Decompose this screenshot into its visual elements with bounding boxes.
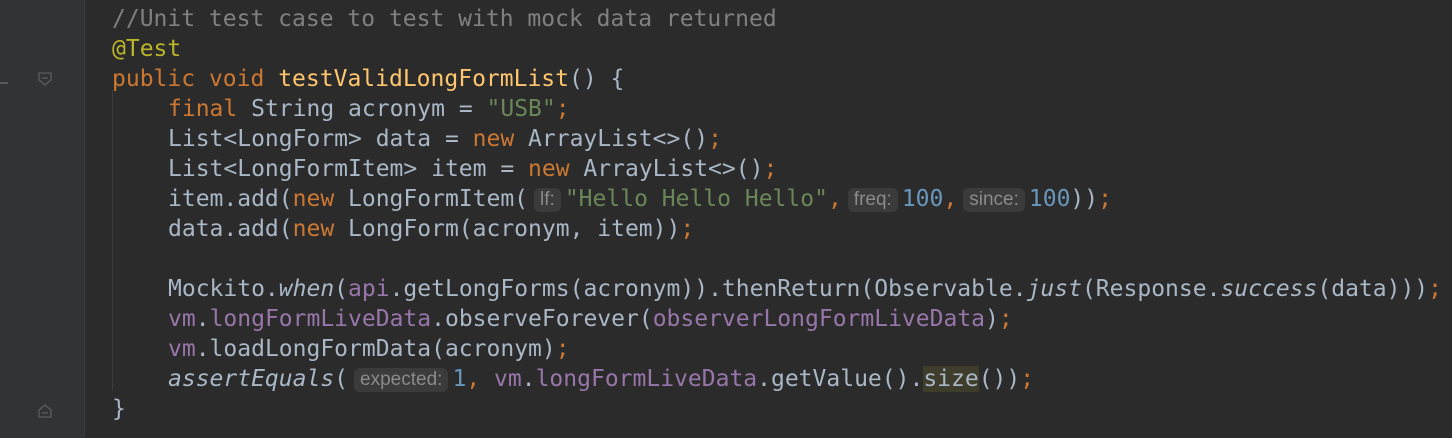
code-text: LongFormItem( [334, 186, 529, 212]
parameter-hint: expected: [354, 368, 449, 392]
code-line-11[interactable]: vm.longFormLiveData.observeForever(obser… [112, 304, 1452, 334]
method-call: success [1220, 276, 1318, 302]
code-text: ()) [978, 366, 1021, 392]
semicolon: ; [1098, 186, 1112, 212]
keyword: final [168, 96, 238, 122]
keyword: new [292, 216, 335, 242]
keyword: new [472, 126, 515, 152]
keyword: void [208, 66, 265, 92]
parameter-hint: freq: [847, 188, 898, 212]
code-line-3[interactable]: public void testValidLongFormList() { [112, 64, 1452, 94]
semicolon: ; [708, 126, 722, 152]
code-text: (Response. [1081, 276, 1221, 302]
parameter-hint: since: [963, 188, 1025, 212]
fold-close-icon[interactable] [38, 404, 52, 418]
code-line-10[interactable]: Mockito.when(api.getLongForms(acronym)).… [112, 274, 1452, 304]
keyword: new [528, 156, 570, 182]
comma: , [827, 186, 842, 212]
code-text: ) [985, 306, 999, 332]
comma: , [943, 186, 958, 212]
code-line-4[interactable]: final String acronym = "USB"; [112, 94, 1452, 124]
keyword: new [292, 186, 335, 212]
semicolon: ; [763, 156, 778, 182]
string-literal: "USB" [486, 96, 556, 122]
code-line-5[interactable]: List<LongForm> data = new ArrayList<>(); [112, 124, 1452, 154]
field-reference: vm [494, 366, 522, 392]
code-text: ( [334, 366, 349, 392]
keyword: public [112, 66, 196, 92]
field-reference: observerLongFormLiveData [652, 306, 986, 332]
comma: , [466, 366, 481, 392]
number-literal: 100 [1028, 186, 1071, 212]
field-reference: api [348, 276, 390, 302]
string-literal: "Hello Hello Hello" [564, 186, 828, 212]
field-reference: longFormLiveData [535, 366, 758, 392]
code-text: .loadLongFormData(acronym) [195, 336, 556, 362]
code-text: String acronym = [251, 96, 487, 122]
fold-open-icon[interactable] [38, 72, 52, 86]
semicolon: ; [680, 216, 695, 242]
code-text: . [195, 306, 210, 332]
semicolon: ; [555, 336, 570, 362]
semicolon: ; [998, 306, 1013, 332]
method-call: just [1026, 276, 1082, 302]
gutter-divider [84, 0, 85, 438]
code-text: )) [1070, 186, 1099, 212]
code-line-7[interactable]: item.add(new LongFormItem(lf: "Hello Hell… [112, 184, 1452, 214]
editor-gutter [0, 0, 84, 438]
code-text: ArrayList<>() [514, 126, 709, 152]
code-text: .getValue(). [757, 366, 924, 392]
code-text: List<LongFormItem> item = [168, 156, 529, 182]
semicolon: ; [1428, 276, 1443, 302]
code-text: List<LongForm> data = [168, 126, 473, 152]
code-editor[interactable]: //Unit test case to test with mock data … [112, 4, 1452, 424]
comment: //Unit test case to test with mock data … [112, 6, 777, 32]
code-line-8[interactable]: data.add(new LongForm(acronym, item)); [112, 214, 1452, 244]
code-line-13[interactable]: assertEquals(expected: 1, vm.longFormLive… [112, 364, 1452, 394]
code-line-9-empty[interactable] [112, 244, 1452, 274]
code-text: ( [334, 276, 349, 302]
closing-brace: } [112, 396, 126, 422]
method-name: testValidLongFormList [278, 66, 569, 92]
code-text: () { [569, 66, 625, 92]
code-text: ArrayList<>() [569, 156, 764, 182]
field-reference: longFormLiveData [209, 306, 432, 332]
code-text: . [521, 366, 536, 392]
code-text: LongForm(acronym, item)) [334, 216, 681, 242]
parameter-hint: lf: [534, 188, 561, 212]
code-text: .observeForever( [431, 306, 653, 332]
gutter-marker [0, 82, 8, 84]
field-reference: vm [168, 306, 196, 332]
code-line-1[interactable]: //Unit test case to test with mock data … [112, 4, 1452, 34]
semicolon: ; [1020, 366, 1035, 392]
semicolon: ; [555, 96, 570, 122]
number-literal: 1 [452, 366, 467, 392]
code-text: (data))) [1317, 276, 1429, 302]
field-reference: vm [168, 336, 196, 362]
code-line-14[interactable]: } [112, 394, 1452, 424]
method-call: when [278, 276, 335, 302]
code-text: data.add( [168, 216, 293, 242]
code-text: .getLongForms(acronym)).thenReturn(Obser… [389, 276, 1027, 302]
code-line-12[interactable]: vm.loadLongFormData(acronym); [112, 334, 1452, 364]
highlighted-method: size [923, 366, 979, 392]
code-text: item.add( [168, 186, 293, 212]
code-text: Mockito. [168, 276, 279, 302]
code-line-6[interactable]: List<LongFormItem> item = new ArrayList<… [112, 154, 1452, 184]
code-line-2[interactable]: @Test [112, 34, 1452, 64]
annotation: @Test [112, 36, 182, 62]
method-call: assertEquals [168, 366, 335, 392]
number-literal: 100 [901, 186, 944, 212]
